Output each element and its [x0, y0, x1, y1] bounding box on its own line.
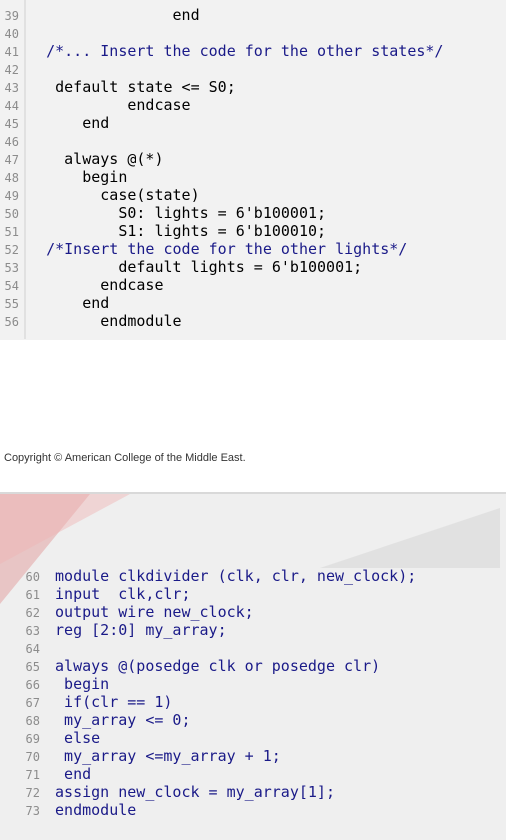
line-number: 47 [4, 153, 19, 167]
code-line: 67 if(clr == 1) [0, 693, 173, 711]
copyright-text: Copyright © American College of the Midd… [4, 452, 246, 464]
code-line: 53 default lights = 6'b100001; [0, 258, 363, 276]
line-number: 62 [25, 606, 40, 620]
code-text: S1: lights = 6'b100010; [19, 222, 327, 240]
line-number: 63 [25, 624, 40, 638]
code-text: module clkdivider (clk, clr, new_clock); [46, 567, 417, 585]
code-text: /*Insert the code for the other lights*/ [19, 240, 408, 258]
code-line: 55 end [0, 294, 110, 312]
line-number: 50 [4, 207, 19, 221]
code-text: always @(posedge clk or posedge clr) [46, 657, 381, 675]
line-number: 56 [4, 315, 19, 329]
line-number: 48 [4, 171, 19, 185]
code-text: if(clr == 1) [46, 693, 173, 711]
line-number: 64 [25, 642, 40, 656]
line-number: 65 [25, 660, 40, 674]
code-text: end [19, 294, 110, 312]
code-text: my_array <=my_array + 1; [46, 747, 281, 765]
line-number: 71 [25, 768, 40, 782]
code-text: default lights = 6'b100001; [19, 258, 363, 276]
line-number: 55 [4, 297, 19, 311]
line-number: 41 [4, 45, 19, 59]
code-line: 39 end [0, 6, 200, 24]
code-line: 65 always @(posedge clk or posedge clr) [0, 657, 381, 675]
code-text: end [19, 114, 110, 132]
line-number: 70 [25, 750, 40, 764]
code-line: 43 default state <= S0; [0, 78, 236, 96]
code-text: output wire new_clock; [46, 603, 254, 621]
code-text: endcase [19, 96, 191, 114]
line-number: 73 [25, 804, 40, 818]
line-number: 52 [4, 243, 19, 257]
code-line: 51 S1: lights = 6'b100010; [0, 222, 327, 240]
code-text: endcase [19, 276, 164, 294]
code-text: begin [46, 675, 110, 693]
code-line: 44 endcase [0, 96, 191, 114]
code-line: 63 reg [2:0] my_array; [0, 621, 227, 639]
line-number: 39 [4, 9, 19, 23]
line-number: 66 [25, 678, 40, 692]
code-line: 47 always @(*) [0, 150, 164, 168]
line-number: 54 [4, 279, 19, 293]
code-line: 66 begin [0, 675, 110, 693]
line-number: 68 [25, 714, 40, 728]
line-number: 43 [4, 81, 19, 95]
decorative-shape [320, 508, 500, 568]
code-text: always @(*) [19, 150, 164, 168]
code-line: 73 endmodule [0, 801, 137, 819]
line-number: 44 [4, 99, 19, 113]
code-line: 72 assign new_clock = my_array[1]; [0, 783, 335, 801]
code-line: 52 /*Insert the code for the other light… [0, 240, 408, 258]
code-text: endmodule [19, 312, 182, 330]
line-number: 42 [4, 63, 19, 77]
code-text: S0: lights = 6'b100001; [19, 204, 327, 222]
code-line: 40 [0, 24, 37, 42]
code-line: 70 my_array <=my_array + 1; [0, 747, 281, 765]
line-number: 49 [4, 189, 19, 203]
code-text: else [46, 729, 101, 747]
code-line: 54 endcase [0, 276, 164, 294]
code-line: 41 /*... Insert the code for the other s… [0, 42, 444, 60]
line-number: 53 [4, 261, 19, 275]
code-line: 56 endmodule [0, 312, 182, 330]
code-line: 42 [0, 60, 37, 78]
code-line: 69 else [0, 729, 101, 747]
line-number: 51 [4, 225, 19, 239]
code-text: reg [2:0] my_array; [46, 621, 227, 639]
line-number: 45 [4, 117, 19, 131]
line-number: 67 [25, 696, 40, 710]
code-line: 45 end [0, 114, 110, 132]
code-listing-top: 39 end 40 41 /*... Insert the code for th… [0, 0, 506, 340]
code-line: 68 my_array <= 0; [0, 711, 191, 729]
code-line: 64 [0, 639, 55, 657]
code-text: my_array <= 0; [46, 711, 191, 729]
code-line: 46 [0, 132, 37, 150]
code-text: assign new_clock = my_array[1]; [46, 783, 335, 801]
code-text: endmodule [46, 801, 137, 819]
code-line: 62 output wire new_clock; [0, 603, 254, 621]
code-line: 71 end [0, 765, 92, 783]
decorative-shape [0, 494, 130, 564]
line-number: 72 [25, 786, 40, 800]
code-line: 49 case(state) [0, 186, 200, 204]
code-line: 48 begin [0, 168, 128, 186]
code-text: default state <= S0; [19, 78, 236, 96]
code-text: /*... Insert the code for the other stat… [19, 42, 444, 60]
line-number: 40 [4, 27, 19, 41]
code-text: begin [19, 168, 128, 186]
code-line: 50 S0: lights = 6'b100001; [0, 204, 327, 222]
code-text: case(state) [19, 186, 200, 204]
line-number: 46 [4, 135, 19, 149]
code-text: end [46, 765, 92, 783]
line-number: 69 [25, 732, 40, 746]
code-text: end [19, 6, 200, 24]
